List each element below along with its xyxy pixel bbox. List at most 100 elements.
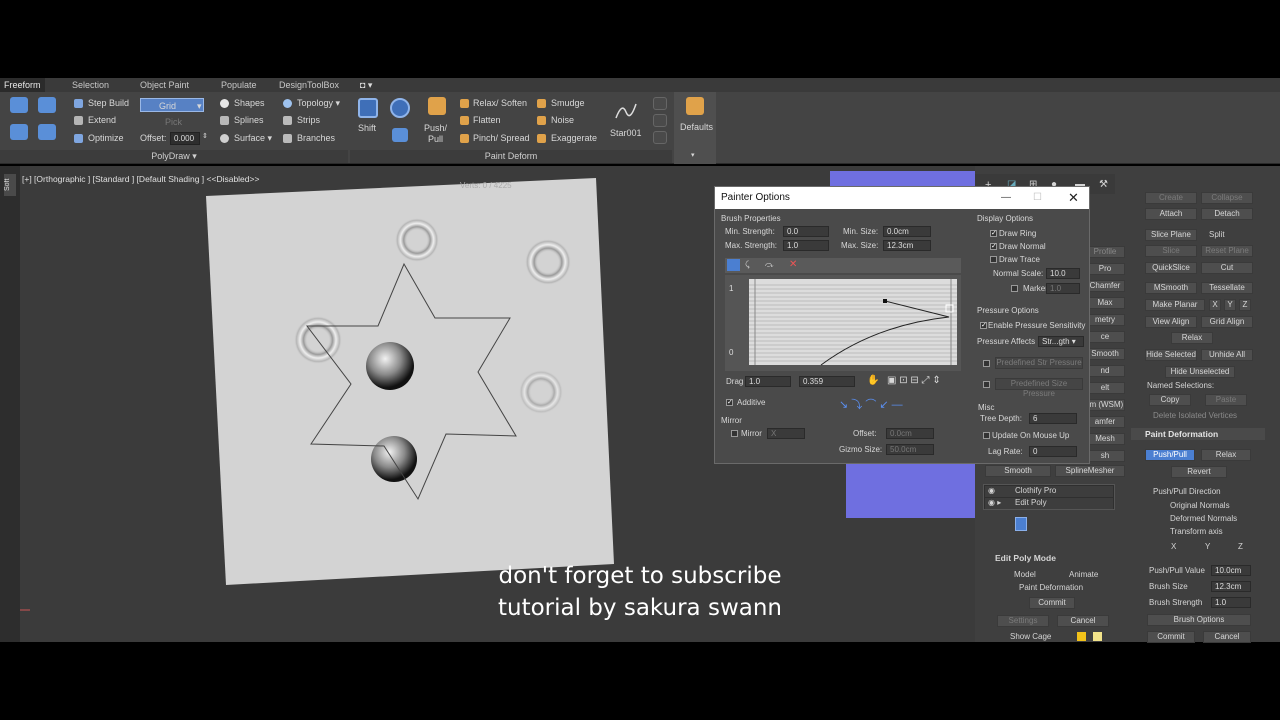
planar-x-button[interactable]: X <box>1209 299 1221 311</box>
hide-unselected-button[interactable]: Hide Unselected <box>1165 366 1235 378</box>
modifier-button[interactable]: Profile <box>1085 246 1125 258</box>
attach-button[interactable]: Attach <box>1145 208 1197 220</box>
chevron-down-icon[interactable]: ▾ <box>691 151 695 159</box>
optimize-button[interactable]: Optimize <box>88 133 124 143</box>
modifier-button[interactable]: metry <box>1085 314 1125 326</box>
pinch-spread-button[interactable]: Pinch/ Spread <box>473 133 530 143</box>
dialog-titlebar[interactable]: Painter Options — ☐ ✕ <box>715 187 1089 209</box>
cancel-button-2[interactable]: Cancel <box>1203 631 1251 643</box>
shift-button[interactable]: Shift <box>358 123 376 133</box>
max-size-input[interactable]: 12.3cm <box>883 240 931 251</box>
close-icon[interactable]: ✕ <box>1068 187 1079 209</box>
utilities-tab-icon[interactable]: ⚒ <box>1099 179 1108 190</box>
copy-button[interactable]: Copy <box>1149 394 1191 406</box>
drag-y-input[interactable]: 0.359 <box>799 376 855 387</box>
defaults-panel[interactable]: Defaults ▾ <box>674 92 716 164</box>
push-pull-button[interactable]: Push/Pull <box>1145 449 1195 461</box>
tab-populate[interactable]: Populate <box>221 78 257 92</box>
paint-deformation-rollout[interactable]: Paint Deformation <box>1131 428 1265 440</box>
branches-button[interactable]: Branches <box>297 133 335 143</box>
mirror-offset-input[interactable]: 0.0cm <box>886 428 934 439</box>
eye-icon[interactable]: ◉ ▸ <box>988 498 1001 507</box>
eye-icon[interactable]: ◉ <box>988 486 995 495</box>
stack-item[interactable]: ◉ ▸ Edit Poly <box>985 498 1113 509</box>
relax-soften-button[interactable]: Relax/ Soften <box>473 98 527 108</box>
split-checkbox[interactable]: Split <box>1209 230 1225 239</box>
topology-button[interactable]: Topology ▾ <box>297 98 340 109</box>
original-normals-radio[interactable]: Original Normals <box>1170 501 1230 510</box>
noise-button[interactable]: Noise <box>551 115 574 125</box>
move-point-icon[interactable] <box>727 259 740 271</box>
minimize-icon[interactable]: — <box>1001 187 1011 209</box>
delete-point-icon[interactable]: ✕ <box>789 259 797 270</box>
transform-axis-radio[interactable]: Transform axis <box>1170 527 1223 536</box>
modifier-button[interactable]: Chamfer <box>1085 280 1125 292</box>
lag-rate-input[interactable]: 0 <box>1029 446 1077 457</box>
push-pull-button[interactable]: Push/ Pull <box>424 123 447 145</box>
normal-scale-input[interactable]: 10.0 <box>1046 268 1080 279</box>
cage-color-swatch[interactable] <box>1077 632 1086 641</box>
min-size-input[interactable]: 0.0cm <box>883 226 931 237</box>
draw-ring-checkbox[interactable]: ✓ <box>990 230 997 237</box>
scale-point-icon[interactable]: ⤹ <box>745 260 750 270</box>
pick-button[interactable]: Pick <box>165 117 182 127</box>
modifier-button[interactable]: amfer <box>1085 416 1125 428</box>
modifier-button[interactable]: nd <box>1085 365 1125 377</box>
hide-selected-button[interactable]: Hide Selected <box>1145 349 1197 361</box>
maximize-icon[interactable]: ☐ <box>1033 187 1042 209</box>
make-planar-button[interactable]: Make Planar <box>1145 299 1205 311</box>
modifier-button[interactable]: ce <box>1085 331 1125 343</box>
pan-hand-icon[interactable]: ✋ <box>867 375 879 386</box>
modifier-button[interactable]: Smooth <box>1085 348 1125 360</box>
stack-item[interactable]: ◉ Clothify Pro <box>985 486 1113 497</box>
smudge-button[interactable]: Smudge <box>551 98 585 108</box>
soft-selection-tab[interactable]: Soft <box>4 174 16 196</box>
tessellate-button[interactable]: Tessellate <box>1201 282 1253 294</box>
step-build-button[interactable]: Step Build <box>88 98 129 108</box>
collapse-button[interactable]: Collapse <box>1201 192 1253 204</box>
polydraw-group-label[interactable]: PolyDraw ▾ <box>0 150 348 163</box>
modifier-button[interactable]: rm (WSM) <box>1085 399 1125 411</box>
flatten-button[interactable]: Flatten <box>473 115 501 125</box>
shapes-button[interactable]: Shapes <box>234 98 265 108</box>
slice-button[interactable]: Slice <box>1145 245 1197 257</box>
show-cage-checkbox[interactable]: Show Cage <box>1010 632 1051 641</box>
tab-object-paint[interactable]: Object Paint <box>140 78 189 92</box>
shift-scale-icon[interactable] <box>392 128 408 142</box>
relax-paint-button[interactable]: Relax <box>1201 449 1251 461</box>
check-icon[interactable] <box>653 97 667 110</box>
ribbon-options-icon[interactable]: ◘ ▾ <box>360 78 372 92</box>
detach-button[interactable]: Detach <box>1201 208 1253 220</box>
defaults-button[interactable]: Defaults <box>680 122 713 132</box>
revert-button[interactable]: Revert <box>1171 466 1227 478</box>
surface-button[interactable]: Surface ▾ <box>234 133 272 144</box>
splines-button[interactable]: Splines <box>234 115 264 125</box>
falloff-curve-graph[interactable]: 1 0 <box>725 275 961 371</box>
reset-plane-button[interactable]: Reset Plane <box>1201 245 1253 257</box>
max-strength-input[interactable]: 1.0 <box>783 240 829 251</box>
curve-presets-icon[interactable]: ↘ ⤵ ⌒ ↙ — <box>839 396 903 412</box>
draw-on-icon[interactable] <box>10 97 28 113</box>
close-icon[interactable] <box>653 114 667 127</box>
tab-selection[interactable]: Selection <box>72 78 109 92</box>
update-mouse-up-checkbox[interactable] <box>983 432 990 439</box>
predefined-size-button[interactable]: Predefined Size Pressure <box>995 378 1083 398</box>
relax-button[interactable]: Relax <box>1171 332 1213 344</box>
tab-designtoolbox[interactable]: DesignToolBox <box>279 78 339 92</box>
offset-input[interactable]: 0.000 <box>170 132 200 145</box>
predefined-size-checkbox[interactable] <box>983 381 990 388</box>
new-object-icon[interactable] <box>38 124 56 140</box>
view-align-button[interactable]: View Align <box>1145 316 1197 328</box>
drag-x-input[interactable]: 1.0 <box>745 376 791 387</box>
shift-rotate-icon[interactable] <box>390 98 410 118</box>
slice-plane-button[interactable]: Slice Plane <box>1145 229 1197 241</box>
draw-normal-checkbox[interactable]: ✓ <box>990 243 997 250</box>
draw-trace-checkbox[interactable] <box>990 256 997 263</box>
undo-icon[interactable] <box>653 131 667 144</box>
conform-icon[interactable] <box>38 97 56 113</box>
predefined-str-checkbox[interactable] <box>983 360 990 367</box>
unhide-all-button[interactable]: Unhide All <box>1201 349 1253 361</box>
planar-z-button[interactable]: Z <box>1239 299 1251 311</box>
msmooth-button[interactable]: MSmooth <box>1145 282 1197 294</box>
axis-y-radio[interactable]: Y <box>1205 542 1210 551</box>
